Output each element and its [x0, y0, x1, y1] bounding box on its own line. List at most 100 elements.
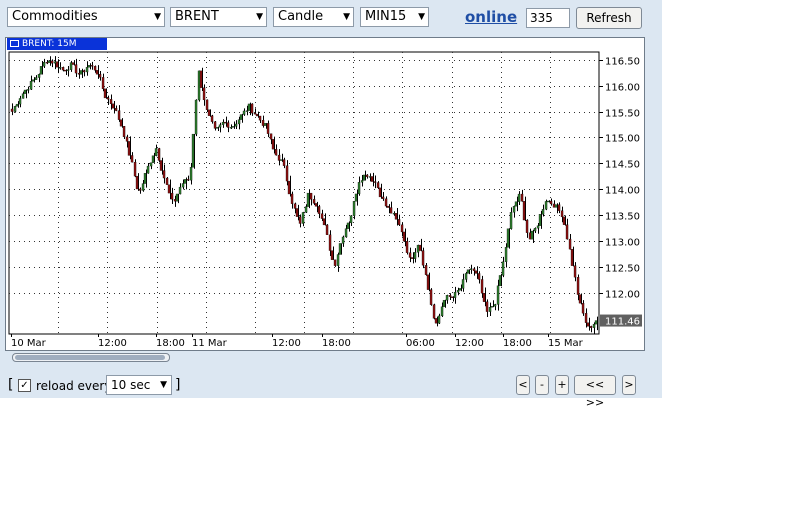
candle-body — [85, 67, 89, 73]
market-select[interactable]: Commodities ▼ — [7, 7, 165, 27]
x-tick-label: 18:00 — [156, 338, 185, 349]
candle-body — [410, 257, 414, 259]
candle-body — [10, 108, 14, 112]
close-bracket: ] — [175, 377, 181, 393]
candle-body — [114, 108, 118, 111]
candle-body — [63, 69, 67, 72]
candle-body — [341, 236, 345, 244]
y-tick-label: 115.00 — [605, 134, 640, 145]
chart-type-select[interactable]: Candle ▼ — [273, 7, 354, 27]
candle-body — [381, 196, 385, 199]
candle-body — [450, 296, 454, 298]
candle-body — [159, 160, 163, 171]
candle-body — [205, 99, 209, 110]
candle-body — [362, 174, 366, 181]
fit-view-button[interactable]: << >> — [574, 375, 616, 409]
candle-body — [429, 289, 433, 305]
candle-body — [21, 93, 25, 99]
candle-body — [528, 232, 532, 240]
candle-body — [255, 113, 259, 117]
bar-count-input[interactable] — [526, 8, 570, 28]
candle-body — [282, 159, 286, 166]
chart-symbol-tag: BRENT: 15M — [7, 38, 107, 50]
candle-body — [106, 97, 110, 100]
candle-body — [405, 241, 409, 253]
candle-body — [480, 279, 484, 294]
candle-body — [58, 67, 62, 69]
candle-body — [61, 67, 65, 71]
candle-body — [266, 123, 270, 134]
candle-body — [368, 176, 372, 178]
candle-body — [400, 224, 404, 233]
scroll-right-button[interactable]: > — [622, 375, 636, 395]
candle-body — [66, 69, 70, 71]
candle-body — [122, 126, 126, 138]
candle-body — [271, 139, 275, 150]
candle-body — [312, 199, 316, 204]
candle-body — [453, 291, 457, 298]
candle-body — [437, 315, 441, 324]
candle-body — [536, 225, 540, 229]
candle-body — [218, 124, 222, 128]
bottom-bar: [ ✓ reload every 10 sec ▼ ] < - + << >> … — [0, 373, 662, 409]
candle-body — [127, 141, 131, 156]
candle-body — [576, 277, 580, 295]
scrollbar-thumb[interactable] — [15, 355, 165, 360]
candle-body — [464, 273, 468, 280]
zoom-out-button[interactable]: - — [535, 375, 549, 395]
candle-body — [442, 299, 446, 307]
candle-body — [330, 250, 334, 260]
timeframe-select[interactable]: MIN15 ▼ — [360, 7, 429, 27]
x-tick-label: 15 Mar — [548, 338, 584, 349]
symbol-select[interactable]: BRENT ▼ — [170, 7, 267, 27]
candle-body — [71, 62, 75, 65]
candle-body — [320, 213, 324, 219]
x-tick-label: 12:00 — [455, 338, 484, 349]
candle-body — [488, 306, 492, 312]
candle-body — [237, 119, 241, 125]
chevron-down-icon: ▼ — [154, 12, 161, 22]
chart-frame: 116.50 116.00 115.50 115.00 114.50 114.00 113.… — [5, 37, 645, 351]
candle-body — [413, 252, 417, 259]
candle-body — [258, 115, 262, 121]
y-tick-label: 113.00 — [605, 238, 640, 249]
candle-body — [346, 222, 350, 229]
candle-body — [117, 110, 121, 120]
candle-body — [279, 159, 283, 161]
candle-body — [183, 179, 187, 184]
candle-body — [178, 186, 182, 195]
candle-body — [165, 177, 169, 185]
candle-body — [15, 103, 19, 107]
zoom-in-button[interactable]: + — [555, 375, 569, 395]
candle-body — [98, 74, 102, 78]
refresh-button[interactable]: Refresh — [576, 7, 642, 29]
candle-body — [47, 60, 51, 63]
reload-checkbox[interactable]: ✓ — [18, 379, 31, 392]
candle-body — [304, 206, 308, 213]
candle-body — [376, 182, 380, 189]
candle-body — [301, 212, 305, 224]
price-chart[interactable]: 116.50 116.00 115.50 115.00 114.50 114.00 113.… — [6, 38, 644, 350]
candle-body — [349, 215, 353, 224]
candle-body — [504, 247, 508, 262]
chart-scrollbar[interactable] — [12, 353, 170, 362]
scroll-left-button[interactable]: < — [516, 375, 530, 395]
candle-body — [517, 193, 521, 202]
candle-body — [133, 161, 137, 177]
y-tick-label: 116.50 — [605, 57, 640, 68]
chevron-down-icon: ▼ — [256, 12, 263, 22]
price-tag-label: 111.46 — [605, 317, 640, 328]
candle-body — [445, 295, 449, 301]
candle-body — [210, 115, 214, 122]
candle-body — [533, 228, 537, 232]
candle-body — [239, 114, 243, 120]
candle-body — [466, 269, 470, 274]
candle-body — [93, 66, 97, 71]
candle-body — [506, 228, 510, 248]
candle-body — [560, 210, 564, 218]
y-tick-label: 116.00 — [605, 83, 640, 94]
candle-body — [109, 99, 113, 104]
online-link[interactable]: online — [465, 8, 517, 26]
reload-interval-select[interactable]: 10 sec ▼ — [106, 375, 172, 395]
candle-body — [29, 81, 33, 90]
